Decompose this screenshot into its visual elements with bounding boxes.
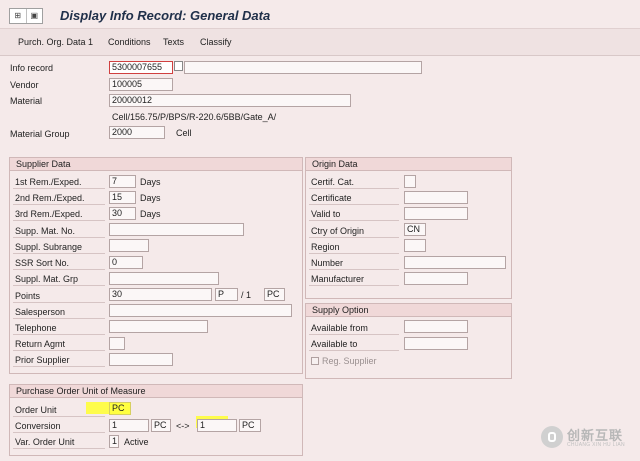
vendor-label: Vendor — [10, 80, 39, 90]
salesperson-field[interactable] — [109, 304, 292, 317]
info-record-label: Info record — [10, 63, 54, 73]
title-bar: ⊞ ▣ Display Info Record: General Data — [0, 0, 640, 28]
rem1-unit: Days — [140, 177, 161, 187]
number-label: Number — [309, 257, 399, 270]
conversion-right-field[interactable]: 1 — [197, 419, 237, 432]
vendor-field[interactable]: 100005 — [109, 78, 173, 91]
supp-mat-no-label: Supp. Mat. No. — [13, 225, 105, 238]
certif-cat-label: Certif. Cat. — [309, 176, 399, 189]
supp-mat-no-field[interactable] — [109, 223, 244, 236]
conversion-label: Conversion — [13, 420, 105, 433]
menu-classify[interactable]: Classify — [200, 37, 232, 47]
points-separator: / 1 — [241, 290, 252, 300]
certificate-label: Certificate — [309, 192, 399, 205]
suppl-subrange-label: Suppl. Subrange — [13, 241, 105, 254]
supply-option-header: Supply Option — [306, 304, 511, 317]
prior-supplier-label: Prior Supplier — [13, 354, 105, 367]
reg-supplier-label: Reg. Supplier — [322, 356, 377, 366]
material-label: Material — [10, 96, 43, 106]
rem2-label: 2nd Rem./Exped. — [13, 192, 105, 205]
return-agmt-label: Return Agmt — [13, 338, 105, 351]
prior-supplier-field[interactable] — [109, 353, 173, 366]
conversion-left-unit-field[interactable]: PC — [151, 419, 171, 432]
suppl-subrange-field[interactable] — [109, 239, 149, 252]
material-group-field[interactable]: 2000 — [109, 126, 165, 139]
rem1-field[interactable]: 7 — [109, 175, 136, 188]
menu-conditions[interactable]: Conditions — [108, 37, 151, 47]
region-field[interactable] — [404, 239, 426, 252]
var-order-unit-field[interactable]: 1 — [109, 435, 119, 448]
suppl-mat-grp-field[interactable] — [109, 272, 219, 285]
reg-supplier-checkbox[interactable] — [311, 357, 319, 365]
info-record-field[interactable]: 5300007655 — [109, 61, 173, 74]
menu-purch-org-data-1[interactable]: Purch. Org. Data 1 — [18, 37, 93, 47]
rem3-label: 3rd Rem./Exped. — [13, 208, 105, 221]
material-field[interactable]: 20000012 — [109, 94, 351, 107]
conversion-left-field[interactable]: 1 — [109, 419, 149, 432]
ssr-sort-no-field[interactable]: 0 — [109, 256, 143, 269]
available-to-label: Available to — [309, 338, 399, 351]
toolbar-icon-group[interactable]: ⊞ ▣ — [9, 8, 43, 24]
material-group-description: Cell — [176, 128, 192, 138]
info-record-desc-field[interactable] — [184, 61, 422, 74]
rem3-unit: Days — [140, 209, 161, 219]
suppl-mat-grp-label: Suppl. Mat. Grp — [13, 273, 105, 286]
match-code-icon[interactable] — [174, 61, 183, 71]
valid-to-label: Valid to — [309, 208, 399, 221]
conversion-right-unit-field[interactable]: PC — [239, 419, 261, 432]
available-from-field[interactable] — [404, 320, 468, 333]
salesperson-label: Salesperson — [13, 306, 105, 319]
points-per-unit-field[interactable]: PC — [264, 288, 285, 301]
ssr-sort-no-label: SSR Sort No. — [13, 257, 105, 270]
telephone-field[interactable] — [109, 320, 208, 333]
supply-option-heading: Supply Option — [312, 305, 369, 315]
available-from-label: Available from — [309, 322, 399, 335]
points-label: Points — [13, 290, 105, 303]
certificate-field[interactable] — [404, 191, 468, 204]
conversion-arrow: <-> — [176, 421, 190, 431]
order-unit-field[interactable]: PC — [109, 402, 131, 415]
var-order-unit-desc: Active — [124, 437, 149, 447]
certif-cat-field[interactable] — [404, 175, 416, 188]
menu-texts[interactable]: Texts — [163, 37, 184, 47]
region-label: Region — [309, 241, 399, 254]
points-unit-field[interactable]: P — [215, 288, 238, 301]
origin-data-header: Origin Data — [306, 158, 511, 171]
supplier-data-header: Supplier Data — [10, 158, 302, 171]
manufacturer-field[interactable] — [404, 272, 468, 285]
rem2-unit: Days — [140, 193, 161, 203]
available-to-field[interactable] — [404, 337, 468, 350]
rem3-field[interactable]: 30 — [109, 207, 136, 220]
supplier-data-heading: Supplier Data — [16, 159, 71, 169]
application-toolbar: Purch. Org. Data 1 Conditions Texts Clas… — [0, 28, 640, 56]
rem2-field[interactable]: 15 — [109, 191, 136, 204]
telephone-label: Telephone — [13, 322, 105, 335]
other-object-icon[interactable]: ▣ — [27, 9, 43, 23]
order-unit-label: Order Unit — [13, 404, 105, 417]
points-field[interactable]: 30 — [109, 288, 212, 301]
logo-icon — [541, 426, 563, 448]
page-title: Display Info Record: General Data — [60, 8, 271, 23]
po-unit-heading: Purchase Order Unit of Measure — [16, 386, 146, 396]
po-unit-header: Purchase Order Unit of Measure — [10, 385, 302, 398]
ctry-of-origin-field[interactable]: CN — [404, 223, 426, 236]
valid-to-field[interactable] — [404, 207, 468, 220]
manufacturer-label: Manufacturer — [309, 273, 399, 286]
return-agmt-field[interactable] — [109, 337, 125, 350]
logo-subtext: CHUANG XIN HU LIAN — [567, 442, 625, 448]
material-description: Cell/156.75/P/BPS/R-220.6/5BB/Gate_A/ — [112, 112, 277, 122]
number-field[interactable] — [404, 256, 506, 269]
var-order-unit-label: Var. Order Unit — [13, 436, 105, 449]
rem1-label: 1st Rem./Exped. — [13, 176, 105, 189]
watermark-logo: 创新互联 CHUANG XIN HU LIAN — [541, 424, 637, 456]
display-change-icon[interactable]: ⊞ — [10, 9, 27, 23]
origin-data-heading: Origin Data — [312, 159, 358, 169]
ctry-of-origin-label: Ctry of Origin — [309, 225, 399, 238]
material-group-label: Material Group — [10, 129, 70, 139]
